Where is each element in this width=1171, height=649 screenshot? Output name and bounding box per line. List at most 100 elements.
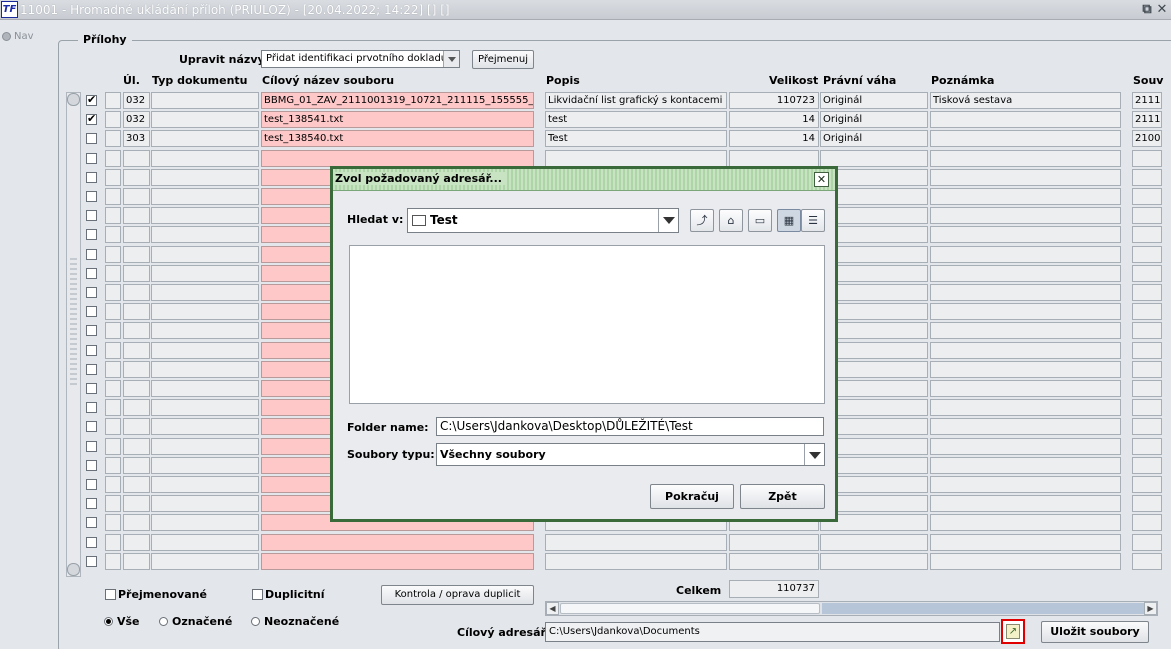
dialog-title-bar[interactable]: Zvol požadovaný adresář... ✕ bbox=[333, 169, 835, 191]
scroll-track[interactable] bbox=[822, 603, 1144, 614]
row-select-checkbox[interactable] bbox=[86, 421, 97, 432]
target-dir-field[interactable]: C:\Users\Jdankova\Documents bbox=[545, 622, 1000, 642]
cell-typ[interactable] bbox=[151, 322, 259, 339]
cell-poznamka[interactable] bbox=[930, 150, 1121, 167]
cell-poznamka[interactable] bbox=[930, 226, 1121, 243]
cell-souv[interactable] bbox=[1132, 226, 1162, 243]
cell-poznamka[interactable] bbox=[930, 342, 1121, 359]
details-view-icon[interactable]: ☰ bbox=[801, 209, 825, 232]
cell-souv[interactable] bbox=[1132, 303, 1162, 320]
cell-poznamka[interactable] bbox=[930, 476, 1121, 493]
cell-poznamka[interactable] bbox=[930, 265, 1121, 282]
cell-nazev[interactable] bbox=[261, 150, 534, 167]
cell-poznamka[interactable] bbox=[930, 246, 1121, 263]
home-icon[interactable]: ⌂ bbox=[719, 209, 743, 232]
cell-souv[interactable] bbox=[1132, 342, 1162, 359]
cell-souv[interactable] bbox=[1132, 380, 1162, 397]
row-select-checkbox[interactable] bbox=[86, 133, 97, 144]
cell-ul[interactable] bbox=[123, 457, 150, 474]
filter-marked-radio[interactable] bbox=[159, 617, 168, 626]
row-selector-cell[interactable] bbox=[105, 380, 121, 397]
cell-poznamka[interactable] bbox=[930, 438, 1121, 455]
filter-unmarked-radio[interactable] bbox=[251, 617, 260, 626]
cell-vaha[interactable] bbox=[820, 553, 928, 570]
cell-poznamka[interactable] bbox=[930, 284, 1121, 301]
cell-ul[interactable] bbox=[123, 188, 150, 205]
row-selector-cell[interactable] bbox=[105, 553, 121, 570]
prejmenovane-checkbox[interactable] bbox=[105, 589, 116, 600]
dialog-close-icon[interactable]: ✕ bbox=[814, 172, 829, 187]
cell-velikost[interactable] bbox=[729, 553, 819, 570]
row-select-checkbox[interactable] bbox=[86, 325, 97, 336]
cell-typ[interactable] bbox=[151, 284, 259, 301]
cell-ul[interactable] bbox=[123, 495, 150, 512]
cell-typ[interactable] bbox=[151, 495, 259, 512]
row-select-checkbox[interactable] bbox=[86, 345, 97, 356]
cell-poznamka[interactable] bbox=[930, 495, 1121, 512]
check-duplicates-button[interactable]: Kontrola / oprava duplicit bbox=[381, 585, 534, 605]
row-selector-cell[interactable] bbox=[105, 226, 121, 243]
cell-ul[interactable] bbox=[123, 169, 150, 186]
cell-souv[interactable] bbox=[1132, 150, 1162, 167]
close-window-icon[interactable]: ✕ bbox=[1154, 2, 1170, 18]
row-selector-cell[interactable] bbox=[105, 514, 121, 531]
cell-nazev[interactable]: test_138541.txt bbox=[261, 111, 534, 128]
cell-popis[interactable]: Likvidační list grafický s kontacemi bbox=[545, 92, 727, 109]
row-selector-cell[interactable] bbox=[105, 476, 121, 493]
row-selector-cell[interactable] bbox=[105, 169, 121, 186]
cell-ul[interactable] bbox=[123, 342, 150, 359]
cell-ul[interactable] bbox=[123, 514, 150, 531]
cell-velikost[interactable] bbox=[729, 534, 819, 551]
cell-souv[interactable] bbox=[1132, 284, 1162, 301]
cell-ul[interactable] bbox=[123, 150, 150, 167]
up-one-level-icon[interactable]: ⤴ bbox=[690, 209, 714, 232]
cell-typ[interactable] bbox=[151, 303, 259, 320]
save-files-button[interactable]: Uložit soubory bbox=[1041, 621, 1149, 643]
cell-typ[interactable] bbox=[151, 226, 259, 243]
cell-poznamka[interactable] bbox=[930, 361, 1121, 378]
cell-souv[interactable] bbox=[1132, 322, 1162, 339]
cell-souv[interactable] bbox=[1132, 169, 1162, 186]
file-type-select[interactable]: Všechny soubory bbox=[436, 443, 825, 466]
cell-poznamka[interactable] bbox=[930, 553, 1121, 570]
cell-ul[interactable] bbox=[123, 380, 150, 397]
rename-select[interactable]: Přidat identifikaci prvotního dokladu bbox=[261, 50, 460, 68]
row-select-checkbox[interactable] bbox=[86, 383, 97, 394]
row-selector-cell[interactable] bbox=[105, 246, 121, 263]
cell-typ[interactable] bbox=[151, 534, 259, 551]
row-selector-cell[interactable] bbox=[105, 495, 121, 512]
scroll-down-icon[interactable] bbox=[67, 563, 80, 576]
cell-typ[interactable] bbox=[151, 150, 259, 167]
scroll-thumb[interactable] bbox=[560, 603, 820, 614]
cell-ul[interactable] bbox=[123, 226, 150, 243]
row-select-checkbox[interactable] bbox=[86, 556, 97, 567]
chevron-down-icon[interactable] bbox=[658, 209, 678, 232]
cell-popis[interactable]: Test bbox=[545, 130, 727, 147]
cell-popis[interactable]: test bbox=[545, 111, 727, 128]
cell-souv[interactable] bbox=[1132, 514, 1162, 531]
restore-icon[interactable]: ⧉ bbox=[1139, 2, 1155, 18]
row-select-checkbox[interactable] bbox=[86, 229, 97, 240]
cell-souv[interactable] bbox=[1132, 361, 1162, 378]
row-select-checkbox[interactable] bbox=[86, 153, 97, 164]
cell-typ[interactable] bbox=[151, 438, 259, 455]
row-selector-cell[interactable] bbox=[105, 150, 121, 167]
row-selector-cell[interactable] bbox=[105, 130, 121, 147]
cell-vaha[interactable]: Originál bbox=[820, 111, 928, 128]
cell-typ[interactable] bbox=[151, 514, 259, 531]
cell-poznamka[interactable] bbox=[930, 130, 1121, 147]
duplicitni-checkbox[interactable] bbox=[252, 589, 263, 600]
scroll-left-icon[interactable]: ◀ bbox=[546, 602, 559, 615]
cell-souv[interactable]: 2100 bbox=[1132, 130, 1162, 147]
row-select-checkbox[interactable] bbox=[86, 287, 97, 298]
cell-souv[interactable] bbox=[1132, 476, 1162, 493]
cell-ul[interactable] bbox=[123, 265, 150, 282]
folder-list[interactable] bbox=[349, 245, 825, 404]
row-select-checkbox[interactable] bbox=[86, 460, 97, 471]
cell-typ[interactable] bbox=[151, 342, 259, 359]
cell-souv[interactable] bbox=[1132, 553, 1162, 570]
table-vertical-scrollbar[interactable] bbox=[66, 92, 81, 577]
cell-ul[interactable] bbox=[123, 284, 150, 301]
row-select-checkbox[interactable] bbox=[86, 402, 97, 413]
cell-poznamka[interactable] bbox=[930, 534, 1121, 551]
